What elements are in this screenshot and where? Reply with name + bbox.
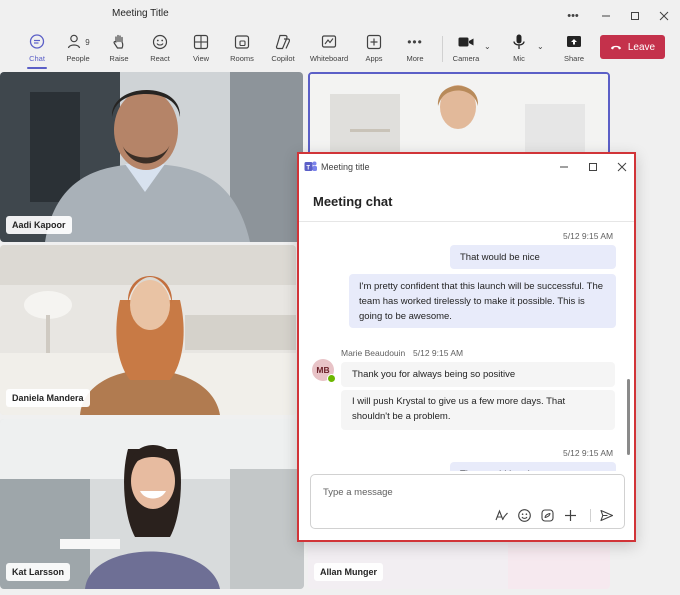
message-timestamp: 5/12 9:15 AM [413,348,464,358]
copilot-label: Copilot [271,54,295,63]
share-button[interactable]: Share [551,32,597,63]
loop-icon[interactable] [539,507,555,523]
video-tile-kat[interactable]: Kat Larsson [0,419,304,589]
view-button[interactable]: View [178,32,224,63]
whiteboard-button[interactable]: Whiteboard [306,32,352,63]
smiley-icon [137,32,183,52]
avatar-initials: MB [316,365,330,375]
mic-button[interactable]: Mic [496,32,542,63]
whiteboard-icon [306,32,352,52]
chat-heading: Meeting chat [313,194,393,209]
more-button[interactable]: ••• More [392,32,438,63]
people-button[interactable]: 9 People [55,32,101,63]
apps-button[interactable]: Apps [351,32,397,63]
participant-name: Daniela Mandera [6,389,90,407]
ellipsis-icon: ••• [407,35,423,49]
svg-text:T: T [306,165,310,171]
people-count: 9 [85,37,90,47]
share-icon [551,32,597,52]
camera-button[interactable]: Camera [443,32,489,63]
plus-box-icon [351,32,397,52]
close-icon[interactable] [654,6,674,26]
leave-button[interactable]: Leave [600,35,665,59]
chat-label: Chat [29,54,45,63]
send-icon[interactable] [598,507,614,523]
share-label: Share [563,54,584,63]
people-icon: 9 [55,32,101,52]
chat-button[interactable]: Chat [14,32,60,69]
leave-label: Leave [627,41,656,53]
grid-icon [178,32,224,52]
react-button[interactable]: React [137,32,183,63]
chat-title-bar: T Meeting title [299,154,634,180]
camera-chevron-down-icon[interactable]: ⌄ [484,42,491,51]
apps-label: Apps [365,54,383,63]
emoji-icon[interactable] [516,507,532,523]
chat-window-title: Meeting title [321,162,370,172]
chat-icon [14,32,60,52]
teams-icon: T [304,161,317,171]
video-tile-daniela[interactable]: Daniela Mandera [0,245,296,415]
chat-maximize-icon[interactable] [585,159,601,175]
presence-available-icon [327,374,336,383]
message-composer[interactable]: Type a message [310,474,625,529]
message-bubble[interactable]: Thank you for always being so positive [341,362,615,387]
chat-scrollbar[interactable] [627,379,630,455]
people-label: People [66,54,90,63]
message-timestamp: 5/12 9:15 AM [563,231,614,241]
message-list[interactable]: 5/12 9:15 AM That would be nice I'm pret… [299,222,634,471]
participant-name: Allan Munger [314,563,384,581]
message-bubble[interactable]: I'm pretty confident that this launch wi… [349,274,616,328]
mic-chevron-down-icon[interactable]: ⌄ [537,42,544,51]
sender-name: Marie Beaudouin [341,348,406,358]
raise-hand-button[interactable]: Raise [96,32,142,63]
copilot-icon [260,32,306,52]
copilot-button[interactable]: Copilot [260,32,306,63]
message-bubble[interactable]: That would be nice [450,462,616,471]
mic-icon [496,32,542,52]
minimize-icon[interactable] [596,6,616,26]
avatar[interactable]: MB [312,359,336,383]
more-options-icon[interactable]: ••• [563,6,583,26]
composer-divider [590,509,591,522]
participant-name: Kat Larsson [6,563,71,581]
chat-close-icon[interactable] [614,159,630,175]
message-input[interactable]: Type a message [323,487,393,498]
message-bubble[interactable]: I will push Krystal to give us a few mor… [341,390,615,430]
message-bubble[interactable]: That would be nice [450,245,616,269]
raise-label: Raise [109,54,129,63]
video-tile-aadi[interactable]: Aadi Kapoor [0,72,303,242]
rooms-icon [219,32,265,52]
meeting-toolbar: Chat 9 People Raise React View Rooms Cop… [0,28,680,69]
react-label: React [150,54,170,63]
format-icon[interactable] [493,507,509,523]
window-title: Meeting Title [112,8,169,19]
camera-label: Camera [452,54,480,63]
meeting-chat-window: T Meeting title Meeting chat 5/12 9:15 A… [297,152,636,542]
mic-label: Mic [513,54,525,63]
whiteboard-label: Whiteboard [309,54,349,63]
rooms-label: Rooms [230,54,254,63]
view-label: View [192,54,210,63]
rooms-button[interactable]: Rooms [219,32,265,63]
hang-up-icon [610,45,621,50]
message-timestamp: 5/12 9:15 AM [563,448,614,458]
participant-name: Aadi Kapoor [6,216,72,234]
hand-icon [96,32,142,52]
chat-minimize-icon[interactable] [556,159,572,175]
maximize-icon[interactable] [625,6,645,26]
plus-icon[interactable] [562,507,578,523]
camera-icon [443,32,489,52]
more-label: More [406,54,424,63]
title-bar: Meeting Title ••• [0,0,680,30]
